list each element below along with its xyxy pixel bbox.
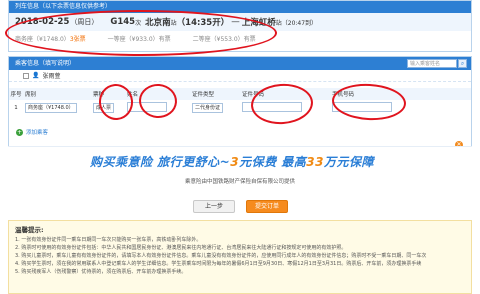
add-passenger-label: 添加乘客 — [26, 130, 49, 136]
prev-step-button[interactable]: 上一步 — [193, 200, 235, 213]
passenger-search-input[interactable]: 输入乘客姓名 — [407, 59, 457, 68]
insurance-provider: 乘意险由中国铁路财产保险自保有限公司提供 — [184, 179, 295, 185]
col-seat: 席别 — [25, 92, 37, 98]
person-icon: 👤 — [32, 72, 40, 79]
seat-select[interactable]: 商务座（¥1748.0） — [25, 103, 77, 113]
notice-item: 2. 购票时可使用的有效身份证件包括：中华人民共和国居民身份证、港澳居民来往内地… — [15, 245, 347, 251]
notice-item: 3. 购买儿童票时，乘车儿童有有效身份证件的，请填写本人有效身份证件信息。乘车儿… — [15, 253, 427, 259]
insurance-headline: 购买乘意险 旅行更舒心~3元保费 最高33万元保障 — [90, 155, 374, 169]
passenger-header: 乘客信息（填写说明） 输入乘客姓名 ⌕ — [9, 57, 471, 70]
insurance-banner[interactable]: 购买乘意险 旅行更舒心~3元保费 最高33万元保障 乘意险由中国铁路财产保险自保… — [8, 146, 472, 190]
annotation-ring-train — [5, 10, 277, 56]
search-icon[interactable]: ⌕ — [458, 59, 467, 68]
contact-name[interactable]: 张雨萱 — [42, 71, 60, 80]
submit-order-button[interactable]: 提交订单 — [246, 200, 288, 213]
add-passenger-button[interactable]: + 添加乘客 — [16, 128, 48, 136]
arrive-time: （20:47到） — [281, 19, 318, 27]
notice-item: 1. 一张有效身份证件同一乘车日期同一车次只能购买一张车票，高铁动卧列车除外。 — [15, 237, 202, 243]
passenger-header-title: 乘客信息（填写说明） — [15, 60, 76, 67]
contact-checkbox[interactable] — [23, 72, 29, 79]
id-type-select[interactable]: 二代身份证 — [192, 103, 224, 113]
train-info-header: 列车信息（以下余票信息仅供参考） — [9, 1, 471, 13]
contact-list: 👤 张雨萱 — [9, 70, 471, 82]
col-no: 序号 — [10, 92, 22, 98]
notice-item: 5. 购买残疾军人（伤残警察）优待票的，须在购票后、开车前办理换票手续。 — [15, 269, 187, 275]
plus-icon: + — [16, 128, 23, 136]
notice-item: 4. 购买学生票时，须在我的常用联系人中登记乘车人的学生详细信息。学生票乘车时间… — [15, 261, 422, 267]
col-id-type: 证件类型 — [192, 92, 215, 98]
row-no: 1 — [14, 105, 18, 111]
notice-box: 温馨提示: 1. 一张有效身份证件同一乘车日期同一车次只能购买一张车票，高铁动卧… — [8, 220, 472, 294]
booking-page: 列车信息（以下余票信息仅供参考） 2018-02-25 （周日） G145 次 … — [0, 0, 480, 294]
notice-title: 温馨提示: — [15, 226, 44, 234]
